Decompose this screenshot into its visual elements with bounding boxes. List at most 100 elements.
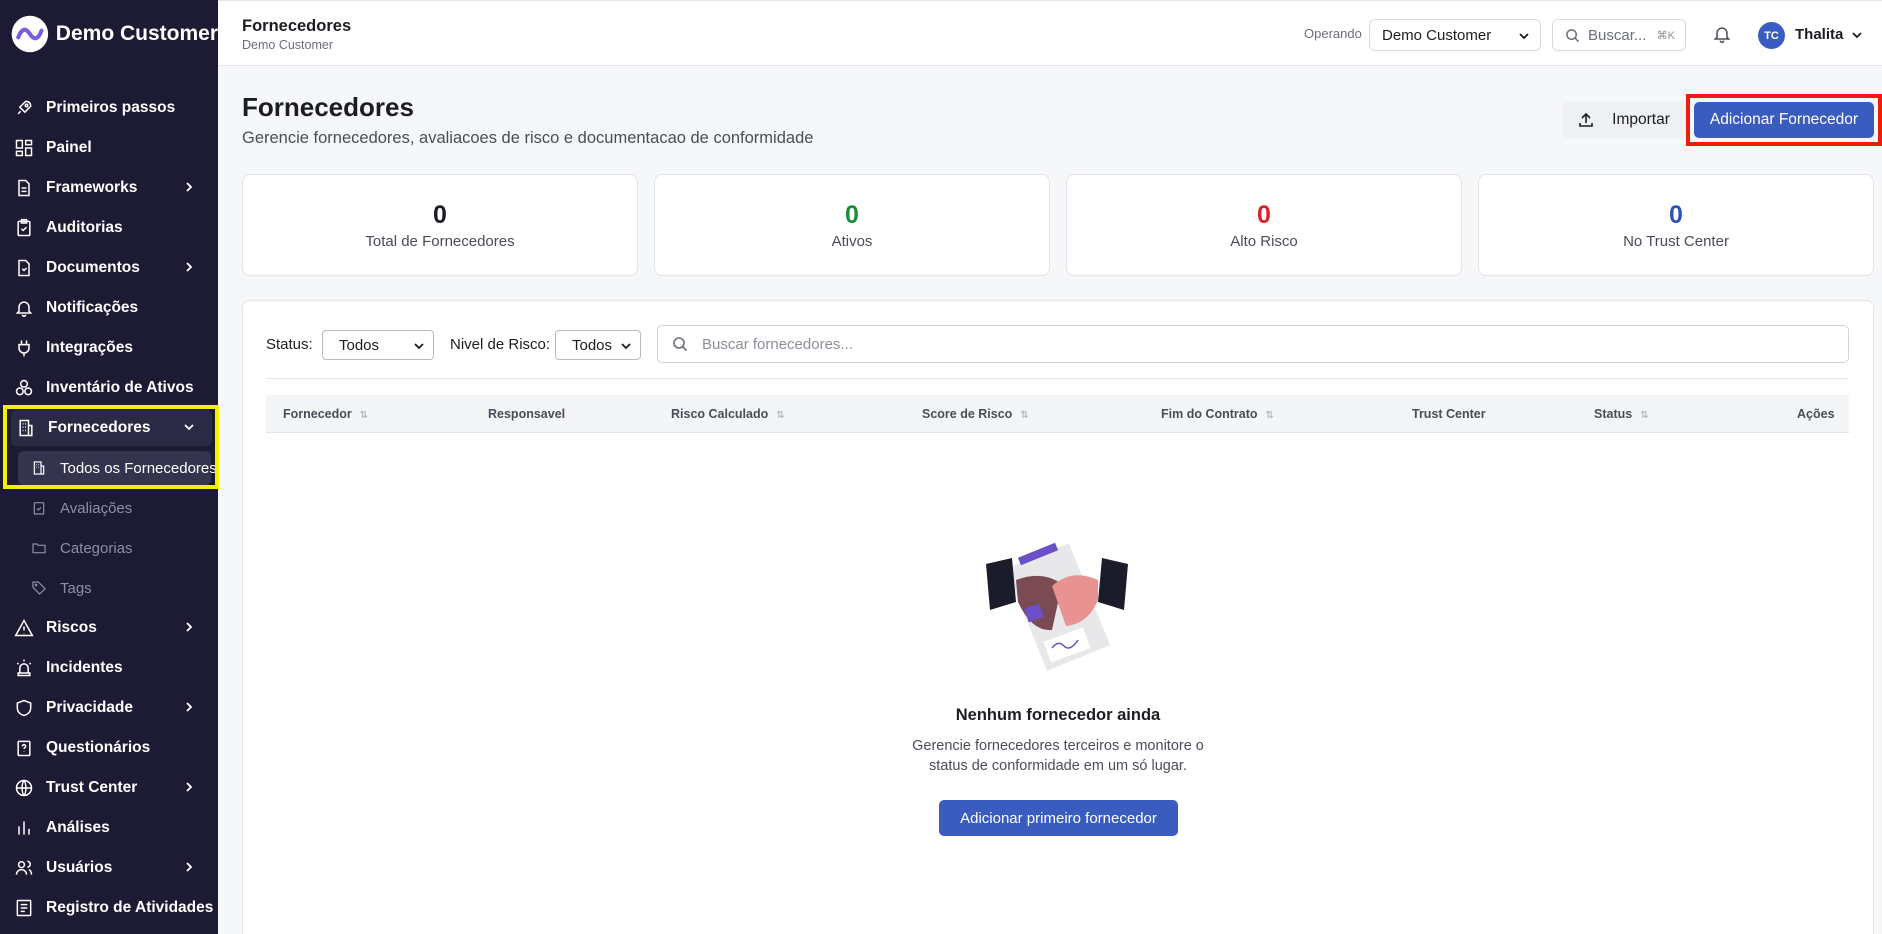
stat-value: 0 — [1257, 201, 1271, 229]
sidebar-item-frameworks[interactable]: Frameworks — [0, 168, 218, 208]
avatar[interactable]: TC — [1758, 22, 1785, 49]
chevron-right-icon — [186, 702, 193, 712]
global-search-input[interactable]: Buscar... ⌘K — [1552, 19, 1686, 51]
sidebar-item-integracoes[interactable]: Integrações — [0, 328, 218, 368]
search-shortcut: ⌘K — [1656, 30, 1675, 42]
sort-icon: ⇅ — [1265, 410, 1274, 421]
warning-icon — [14, 618, 34, 638]
sidebar-item-label: Privacidade — [46, 699, 134, 716]
column-header-trust-center: Trust Center — [1412, 407, 1486, 421]
brand-name: Demo Customer — [55, 22, 218, 45]
stat-value: 0 — [1669, 201, 1683, 229]
column-label: Responsavel — [488, 407, 566, 421]
sidebar-item-usuarios[interactable]: Usuários — [0, 848, 218, 888]
sidebar-item-label: Registro de Atividades — [46, 899, 214, 916]
sidebar-item-notificacoes[interactable]: Notificações — [0, 288, 218, 328]
empty-state-description: Gerencie fornecedores terceiros e monito… — [866, 736, 1250, 776]
clipboard-check-icon — [30, 499, 48, 517]
log-icon — [14, 898, 34, 918]
sidebar-item-incidentes[interactable]: Incidentes — [0, 648, 218, 688]
chevron-down-icon — [621, 343, 631, 350]
sidebar-item-label: Documentos — [46, 259, 140, 276]
table-header: Fornecedor ⇅ Responsavel Risco Calculado ⇅… — [266, 395, 1849, 433]
handshake-illustration-icon — [986, 542, 1128, 671]
operando-label: Operando — [1304, 26, 1362, 41]
sidebar-item-tags[interactable]: Tags — [0, 568, 218, 608]
sidebar-item-label: Frameworks — [46, 179, 138, 196]
column-header-acoes: Ações — [1797, 407, 1835, 421]
sidebar-item-privacidade[interactable]: Privacidade — [0, 688, 218, 728]
sort-icon: ⇅ — [1640, 410, 1649, 421]
brand-logo-icon — [11, 15, 49, 53]
column-header-responsavel: Responsavel — [488, 407, 565, 421]
status-filter-value: Todos — [339, 336, 380, 354]
tenant-select-value: Demo Customer — [1382, 26, 1492, 44]
sidebar-item-primeiros-passos[interactable]: Primeiros passos — [0, 88, 218, 128]
add-first-supplier-button[interactable]: Adicionar primeiro fornecedor — [939, 800, 1178, 836]
sort-icon: ⇅ — [776, 410, 785, 421]
sidebar-item-avaliacoes[interactable]: Avaliações — [0, 488, 218, 528]
column-header-status[interactable]: Status ⇅ — [1594, 407, 1649, 421]
sidebar-item-label: Riscos — [46, 619, 97, 636]
bell-icon — [14, 298, 34, 318]
sidebar-item-label: Inventário de Ativos — [46, 379, 194, 396]
stat-card-ativos: 0 Ativos — [654, 174, 1050, 276]
sidebar-item-questionarios[interactable]: Questionários — [0, 728, 218, 768]
chevron-down-icon[interactable] — [1851, 29, 1863, 41]
questionnaire-icon — [14, 738, 34, 758]
sidebar-item-riscos[interactable]: Riscos — [0, 608, 218, 648]
sidebar-item-label: Painel — [46, 139, 92, 156]
status-filter-label: Status: — [266, 336, 313, 353]
supplier-search-input[interactable]: Buscar fornecedores... — [657, 325, 1849, 363]
column-header-fim-contrato[interactable]: Fim do Contrato ⇅ — [1161, 407, 1274, 421]
page-subtitle: Gerencie fornecedores, avaliacoes de ris… — [242, 129, 814, 147]
stat-label: Total de Fornecedores — [365, 233, 515, 250]
divider — [266, 378, 1849, 379]
sidebar-item-auditorias[interactable]: Auditorias — [0, 208, 218, 248]
globe-icon — [14, 778, 34, 798]
sidebar-item-analises[interactable]: Análises — [0, 808, 218, 848]
sidebar-item-label: Usuários — [46, 859, 113, 876]
sidebar-item-label: Análises — [46, 819, 110, 836]
sidebar-item-categorias[interactable]: Categorias — [0, 528, 218, 568]
topbar: Fornecedores Demo Customer Operando Demo… — [218, 0, 1882, 66]
bell-icon[interactable] — [1712, 24, 1732, 44]
sidebar-item-label: Categorias — [60, 539, 133, 557]
risk-filter-label: Nivel de Risco: — [450, 336, 551, 353]
sidebar-item-documentos[interactable]: Documentos — [0, 248, 218, 288]
brand[interactable]: Demo Customer — [0, 0, 218, 68]
user-name[interactable]: Thalita — [1795, 26, 1843, 43]
stat-card-total: 0 Total de Fornecedores — [242, 174, 638, 276]
sidebar-item-trust-center[interactable]: Trust Center — [0, 768, 218, 808]
stat-card-trust-center: 0 No Trust Center — [1478, 174, 1874, 276]
shield-icon — [14, 698, 34, 718]
breadcrumb-subtitle: Demo Customer — [242, 38, 333, 52]
sidebar: Demo Customer Primeiros passos Painel Fr… — [0, 0, 219, 934]
column-header-risco-calculado[interactable]: Risco Calculado ⇅ — [671, 407, 785, 421]
import-button[interactable]: Importar — [1562, 102, 1686, 138]
import-button-label: Importar — [1612, 111, 1670, 128]
highlight-box-yellow — [3, 405, 219, 489]
sidebar-item-painel[interactable]: Painel — [0, 128, 218, 168]
document-icon — [14, 258, 34, 278]
boxes-icon — [14, 378, 34, 398]
dashboard-icon — [14, 138, 34, 158]
stat-label: Ativos — [831, 233, 873, 250]
rocket-icon — [14, 98, 34, 118]
sidebar-item-inventario[interactable]: Inventário de Ativos — [0, 368, 218, 408]
status-filter-select[interactable]: Todos — [322, 330, 434, 360]
empty-state-description-line: status de conformidade em um só lugar. — [929, 758, 1187, 774]
sort-icon: ⇅ — [359, 410, 369, 421]
column-header-score-risco[interactable]: Score de Risco ⇅ — [922, 407, 1029, 421]
column-header-fornecedor[interactable]: Fornecedor ⇅ — [283, 407, 368, 421]
tenant-select[interactable]: Demo Customer — [1369, 19, 1541, 51]
sidebar-item-label: Questionários — [46, 739, 151, 756]
add-supplier-button[interactable]: Adicionar Fornecedor — [1694, 102, 1874, 138]
breadcrumb-title: Fornecedores — [242, 17, 352, 35]
column-label: Status — [1594, 407, 1633, 421]
sidebar-item-registro[interactable]: Registro de Atividades — [0, 888, 218, 928]
stat-label: No Trust Center — [1623, 233, 1729, 250]
folder-icon — [30, 539, 48, 557]
chevron-down-icon — [414, 343, 424, 350]
risk-filter-select[interactable]: Todos — [555, 330, 641, 360]
